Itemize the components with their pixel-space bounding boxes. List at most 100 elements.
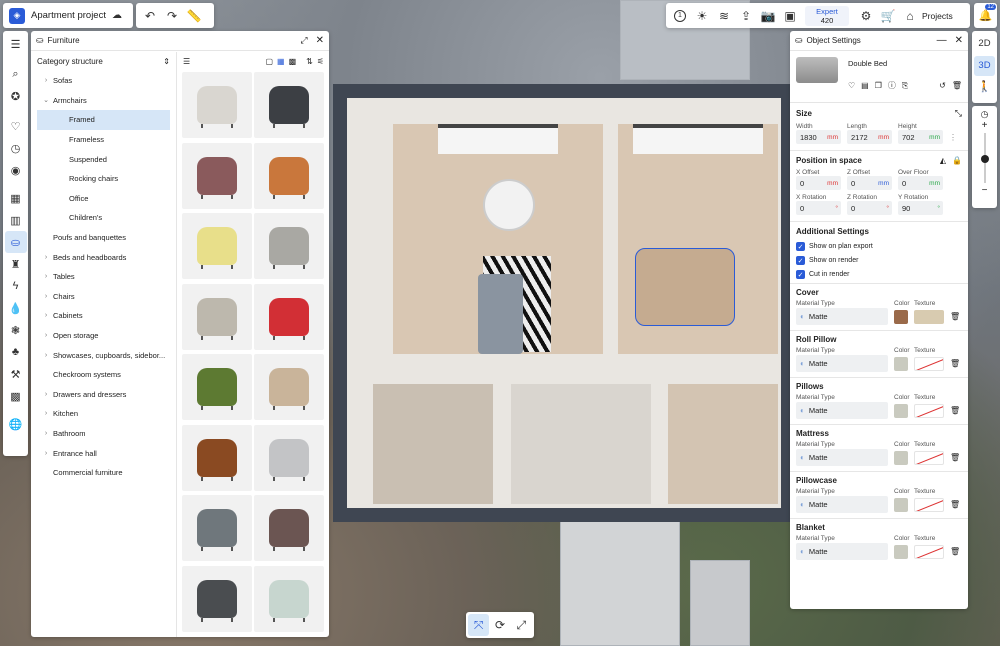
category-item[interactable]: › Beds and headboards	[37, 247, 170, 267]
product-thumbnail[interactable]	[254, 213, 324, 279]
category-expand-icon[interactable]: ›	[39, 450, 53, 457]
view-small-icon[interactable]: ▩	[289, 57, 297, 66]
close-icon[interactable]: ✕	[316, 35, 324, 46]
furniture-icon[interactable]: ⛀	[4, 231, 27, 253]
category-item[interactable]: › Entrance hall	[37, 443, 170, 463]
gallery-icon[interactable]: ▣	[779, 5, 801, 27]
product-thumbnail[interactable]	[182, 565, 252, 632]
favorite-icon[interactable]: ♡	[848, 81, 855, 90]
walls-icon[interactable]: ▦	[5, 187, 27, 209]
product-thumbnail[interactable]	[254, 424, 324, 491]
category-item[interactable]: › Cabinets	[37, 306, 170, 326]
view-large-icon[interactable]: ▢	[265, 57, 273, 66]
material-type-select[interactable]: ◐ Matte	[796, 355, 888, 372]
projects-button[interactable]: Projects	[922, 11, 953, 21]
replace-icon[interactable]: ⎘	[902, 81, 908, 91]
collapse-icon[interactable]: —	[937, 35, 947, 46]
category-item[interactable]: Commercial furniture	[37, 463, 170, 483]
dining-table[interactable]	[483, 179, 535, 231]
sofa[interactable]	[478, 274, 523, 354]
plants-icon[interactable]: ♣	[5, 341, 27, 363]
category-item[interactable]: ⌄ Armchairs	[37, 91, 170, 111]
material-type-select[interactable]: ◐ Matte	[796, 308, 888, 325]
category-expand-icon[interactable]: ›	[39, 430, 53, 437]
texture-swatch[interactable]	[914, 309, 944, 324]
color-swatch[interactable]	[894, 403, 908, 418]
zoom-in-icon[interactable]: +	[972, 120, 997, 131]
reset-icon[interactable]: ↺	[939, 81, 946, 90]
category-item[interactable]: › Showcases, cupboards, sidebor...	[37, 345, 170, 365]
product-thumbnail[interactable]	[182, 283, 252, 350]
redo-icon[interactable]: ↷	[161, 5, 183, 27]
texture-swatch[interactable]	[914, 356, 944, 371]
lock-ratio-icon[interactable]: ⋮	[949, 133, 957, 142]
electric-icon[interactable]: ϟ	[5, 275, 27, 297]
category-expand-icon[interactable]: ›	[39, 273, 53, 280]
expand-icon[interactable]: ⤢	[300, 35, 307, 46]
category-expand-icon[interactable]: ⌄	[39, 96, 53, 104]
share-icon[interactable]: ⇪	[735, 5, 757, 27]
cloud-sync-icon[interactable]: ☁	[112, 10, 122, 21]
sort-order-icon[interactable]: ⇅	[306, 57, 313, 66]
category-item[interactable]: › Chairs	[37, 287, 170, 307]
delete-icon[interactable]: 🗑	[950, 500, 960, 509]
zoom-slider[interactable]	[980, 133, 989, 183]
delete-icon[interactable]: 🗑	[950, 406, 960, 415]
category-item[interactable]: Framed	[37, 110, 170, 130]
color-swatch[interactable]	[894, 450, 908, 465]
filter-icon[interactable]: ⚟	[317, 57, 324, 66]
category-expand-icon[interactable]: ›	[39, 391, 53, 398]
view-2d-button[interactable]: 2D	[972, 34, 997, 54]
category-item[interactable]: Frameless	[37, 130, 170, 150]
texture-swatch[interactable]	[914, 403, 944, 418]
compass-icon[interactable]: ✪	[5, 85, 27, 107]
help-icon[interactable]: 1	[669, 5, 691, 27]
product-thumbnail[interactable]	[182, 72, 252, 138]
product-thumbnail[interactable]	[254, 565, 324, 632]
product-thumbnail[interactable]	[254, 495, 324, 561]
category-item[interactable]: › Tables	[37, 267, 170, 287]
product-thumbnail[interactable]	[182, 213, 252, 279]
category-expand-icon[interactable]: ›	[39, 77, 53, 84]
delete-icon[interactable]: 🗑	[950, 453, 960, 462]
category-expand-icon[interactable]: ›	[39, 254, 53, 261]
z-offset-input[interactable]: 0 mm	[847, 176, 892, 190]
product-thumbnail[interactable]	[182, 354, 252, 420]
expert-badge[interactable]: Expert 420	[805, 5, 849, 26]
color-swatch[interactable]	[894, 544, 908, 559]
product-thumbnail[interactable]	[254, 142, 324, 209]
history-icon[interactable]: ◷	[5, 137, 27, 159]
undo-icon[interactable]: ↶	[139, 5, 161, 27]
product-thumbnail[interactable]	[254, 354, 324, 420]
x-offset-input[interactable]: 0 mm	[796, 176, 841, 190]
list-icon[interactable]: ☰	[5, 33, 27, 55]
floor-plan-3d[interactable]	[333, 84, 795, 522]
color-swatch[interactable]	[894, 309, 908, 324]
plumbing-icon[interactable]: 💧	[5, 297, 27, 319]
decor-icon[interactable]: ❃	[5, 319, 27, 341]
view-medium-icon[interactable]: ▦	[277, 57, 285, 66]
material-type-select[interactable]: ◐ Matte	[796, 543, 888, 560]
plan-export-checkbox[interactable]: ✓ Show on plan export	[796, 242, 962, 251]
delete-icon[interactable]: 🗑	[952, 81, 962, 90]
notifications-button[interactable]: 🔔 12	[974, 3, 997, 28]
copy-icon[interactable]: ❐	[875, 81, 882, 90]
category-item[interactable]: › Sofas	[37, 71, 170, 91]
cart-icon[interactable]: 🛒	[877, 5, 899, 27]
tools-icon[interactable]: ⚒	[5, 363, 27, 385]
home-icon[interactable]: ⌂	[899, 5, 921, 27]
category-expand-icon[interactable]: ›	[39, 410, 53, 417]
settings-icon[interactable]: ⚙	[855, 5, 877, 27]
doors-windows-icon[interactable]: ▥	[5, 209, 27, 231]
category-item[interactable]: Suspended	[37, 149, 170, 169]
y-rotation-input[interactable]: 90 °	[898, 201, 943, 215]
close-icon[interactable]: ✕	[955, 35, 963, 46]
zoom-out-icon[interactable]: −	[972, 185, 997, 196]
category-item[interactable]: Office	[37, 189, 170, 209]
category-item[interactable]: Checkroom systems	[37, 365, 170, 385]
lamp-icon[interactable]: ♜	[5, 253, 27, 275]
product-thumbnail[interactable]	[254, 72, 324, 138]
product-thumbnail[interactable]	[182, 424, 252, 491]
category-item[interactable]: Children's	[37, 208, 170, 228]
product-thumbnail[interactable]	[182, 142, 252, 209]
